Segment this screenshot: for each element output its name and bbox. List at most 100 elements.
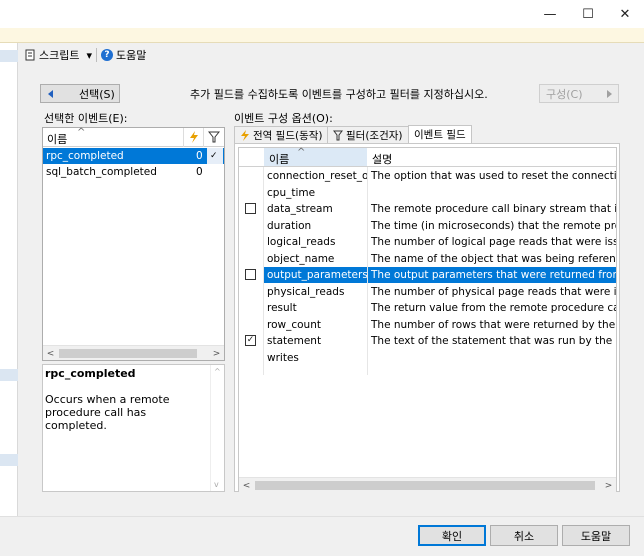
field-name: physical_reads bbox=[267, 285, 345, 298]
field-description bbox=[368, 185, 616, 201]
info-bar bbox=[0, 28, 644, 43]
toolbar-separator bbox=[96, 48, 98, 62]
select-button[interactable]: 선택(S) bbox=[40, 84, 120, 103]
dialog-footer: 확인 취소 도움말 bbox=[0, 516, 644, 556]
arrow-left-icon bbox=[48, 89, 53, 98]
field-row[interactable]: physical_reads The number of physical pag… bbox=[239, 284, 616, 300]
horizontal-scrollbar[interactable]: < > bbox=[43, 345, 224, 360]
field-row[interactable]: result The return value from the remote p… bbox=[239, 300, 616, 316]
script-icon bbox=[25, 49, 35, 61]
scroll-right-icon[interactable]: > bbox=[209, 346, 224, 361]
field-row[interactable]: data_stream The remote procedure call bin… bbox=[239, 201, 616, 217]
scroll-left-icon[interactable]: < bbox=[43, 346, 58, 361]
toolbar: 스크립트 ▾ ? 도움말 bbox=[18, 43, 644, 67]
help-menu[interactable]: ? 도움말 bbox=[101, 47, 146, 63]
field-description: The time (in microseconds) that the remo… bbox=[371, 219, 616, 232]
field-description: The return value from the remote procedu… bbox=[371, 302, 616, 314]
check-icon: ✓ bbox=[207, 148, 223, 164]
sort-asc-icon: ^ bbox=[297, 147, 306, 158]
scroll-down-icon[interactable]: v bbox=[214, 480, 219, 489]
arrow-right-icon bbox=[606, 89, 612, 98]
column-header-description[interactable]: 설명 bbox=[372, 151, 392, 167]
field-row[interactable]: duration The time (in microseconds) that … bbox=[239, 218, 616, 234]
vertical-scrollbar[interactable]: ^ v bbox=[210, 365, 224, 491]
help-label: 도움말 bbox=[116, 49, 147, 62]
field-name: connection_reset_o... bbox=[267, 170, 367, 182]
field-description: The output parameters that were returned… bbox=[368, 267, 616, 283]
field-name: output_parameters bbox=[264, 267, 367, 283]
scroll-left-icon[interactable]: < bbox=[239, 478, 254, 493]
field-description: The number of rows that were returned by… bbox=[371, 318, 616, 331]
event-count: 0 bbox=[196, 150, 203, 162]
field-name: writes bbox=[267, 351, 299, 364]
filter-icon bbox=[208, 131, 220, 143]
event-fields-grid: 이름 ^ 설명 connection_reset_o... The option … bbox=[238, 147, 617, 492]
event-row[interactable]: rpc_completed 0 ✓ bbox=[43, 148, 224, 164]
grid-header: 이름 ^ bbox=[43, 127, 224, 147]
instruction-text: 추가 필드를 수집하도록 이벤트를 구성하고 필터를 지정하십시오. bbox=[190, 88, 488, 101]
left-strip bbox=[0, 43, 18, 516]
field-description: The remote procedure call binary stream … bbox=[371, 203, 616, 215]
cancel-button[interactable]: 취소 bbox=[490, 525, 558, 546]
event-fields-panel: 이름 ^ 설명 connection_reset_o... The option … bbox=[234, 143, 620, 492]
title-bar: — ☐ ✕ bbox=[0, 0, 644, 28]
field-row[interactable]: cpu_time bbox=[239, 185, 616, 201]
event-name: rpc_completed bbox=[46, 150, 124, 162]
tab-filter[interactable]: 필터(조건자) bbox=[327, 126, 409, 143]
field-row[interactable]: connection_reset_o... The option that was… bbox=[239, 168, 616, 184]
configure-label: 구성(C) bbox=[546, 87, 583, 101]
field-description: The text of the statement that was run b… bbox=[371, 335, 616, 347]
field-row[interactable]: row_count The number of rows that were re… bbox=[239, 317, 616, 333]
field-row[interactable]: writes bbox=[239, 350, 616, 366]
selected-events-grid: 이름 ^ rpc_completed 0 ✓ sql_batch_complet… bbox=[42, 127, 225, 361]
minimize-icon[interactable]: — bbox=[530, 0, 570, 28]
script-label: 스크립트 bbox=[39, 49, 80, 62]
column-header-name[interactable]: 이름 bbox=[47, 131, 67, 147]
scroll-thumb[interactable] bbox=[255, 481, 595, 490]
event-count: 0 bbox=[196, 166, 203, 178]
field-description: The number of logical page reads that we… bbox=[371, 236, 616, 248]
script-menu[interactable]: 스크립트 ▾ bbox=[24, 47, 92, 63]
help-icon: ? bbox=[101, 49, 114, 61]
field-name: statement bbox=[267, 335, 322, 347]
tab-global-fields[interactable]: 전역 필드(동작) bbox=[234, 126, 329, 143]
field-row[interactable]: logical_reads The number of logical page … bbox=[239, 234, 616, 250]
description-title: rpc_completed bbox=[45, 367, 136, 380]
scroll-thumb[interactable] bbox=[59, 349, 197, 358]
field-description: The number of physical page reads that w… bbox=[371, 285, 616, 298]
description-box: rpc_completed Occurs when a remote proce… bbox=[42, 364, 225, 492]
field-row[interactable]: ✓ statement The text of the statement that… bbox=[239, 333, 616, 349]
ok-button[interactable]: 확인 bbox=[418, 525, 486, 546]
select-label: 선택(S) bbox=[79, 87, 115, 101]
column-header-name[interactable]: 이름 bbox=[269, 151, 289, 167]
event-row[interactable]: sql_batch_completed 0 bbox=[43, 164, 224, 180]
event-name: sql_batch_completed bbox=[46, 166, 157, 178]
horizontal-scrollbar[interactable]: < > bbox=[239, 477, 616, 492]
field-name: object_name bbox=[267, 252, 335, 265]
scroll-right-icon[interactable]: > bbox=[601, 478, 616, 493]
sort-asc-icon: ^ bbox=[77, 127, 86, 138]
scroll-up-icon[interactable]: ^ bbox=[214, 367, 221, 376]
grid-header: 이름 ^ 설명 bbox=[239, 147, 616, 167]
field-name: data_stream bbox=[267, 203, 333, 215]
chevron-down-icon: ▾ bbox=[86, 48, 93, 62]
field-checkbox[interactable] bbox=[245, 203, 256, 214]
close-icon[interactable]: ✕ bbox=[605, 0, 644, 28]
field-description: The name of the object that was being re… bbox=[371, 252, 616, 265]
field-description: The option that was used to reset the co… bbox=[371, 170, 616, 182]
field-checkbox-checked[interactable]: ✓ bbox=[245, 335, 256, 346]
help-button[interactable]: 도움말 bbox=[562, 525, 630, 546]
field-row[interactable]: object_name The name of the object that w… bbox=[239, 251, 616, 267]
description-text: Occurs when a remote procedure call has … bbox=[45, 393, 170, 432]
strip-mark bbox=[0, 369, 18, 381]
configure-button[interactable]: 구성(C) bbox=[539, 84, 619, 103]
tab-event-fields[interactable]: 이벤트 필드 bbox=[408, 125, 472, 143]
field-row[interactable]: output_parameters The output parameters t… bbox=[239, 267, 616, 283]
lightning-icon bbox=[241, 129, 249, 141]
filter-icon bbox=[333, 130, 343, 140]
strip-mark bbox=[0, 50, 18, 62]
field-checkbox[interactable] bbox=[245, 269, 256, 280]
maximize-icon[interactable]: ☐ bbox=[568, 0, 608, 28]
field-name: result bbox=[267, 302, 297, 314]
field-name: cpu_time bbox=[267, 186, 316, 199]
